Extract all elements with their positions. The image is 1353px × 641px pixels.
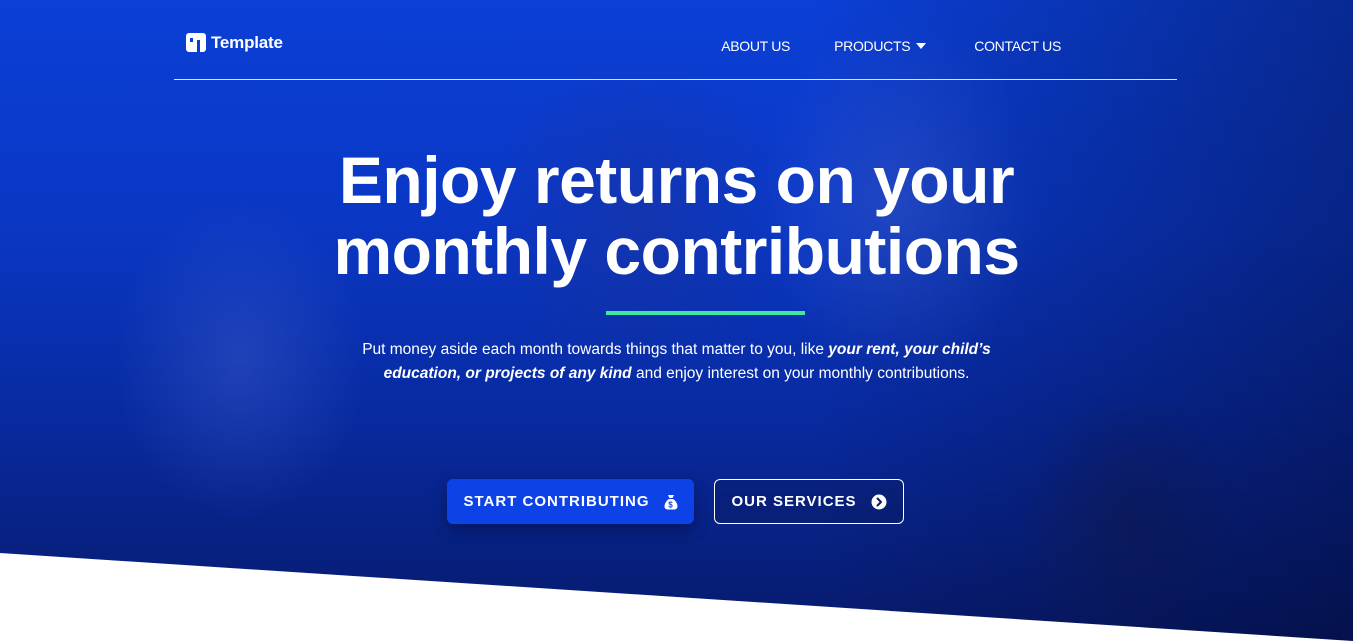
logo-icon: [186, 33, 206, 52]
brand-logo[interactable]: Template: [185, 32, 283, 53]
start-contributing-label: START CONTRIBUTING: [463, 493, 650, 510]
headline-line-2: monthly contributions: [333, 214, 1020, 288]
our-services-label: OUR SERVICES: [731, 493, 857, 510]
brand-name: Template: [211, 32, 283, 52]
our-services-button[interactable]: OUR SERVICES: [714, 479, 904, 524]
main-menu: ABOUT US PRODUCTS CONTACT US: [721, 38, 1061, 54]
headline-line-1: Enjoy returns on your: [338, 143, 1015, 217]
svg-text:$: $: [668, 500, 673, 509]
hero-headline: Enjoy returns on your monthly contributi…: [0, 145, 1353, 287]
nav-about-us[interactable]: ABOUT US: [721, 38, 790, 54]
chevron-circle-right-icon: [871, 494, 887, 509]
money-bag-icon: $: [664, 494, 678, 509]
nav-about-us-label: ABOUT US: [721, 38, 791, 54]
caret-down-icon: [916, 43, 927, 49]
bottom-slant-divider: [0, 553, 1353, 641]
nav-products[interactable]: PRODUCTS: [834, 38, 927, 54]
subtitle-part-1: Put money aside each month towards thing…: [362, 341, 829, 358]
headline-underline: [606, 311, 805, 315]
nav-contact-us[interactable]: CONTACT US: [974, 38, 1061, 54]
top-navbar: Template ABOUT US PRODUCTS CONTACT US: [174, 0, 1177, 80]
subtitle-part-2: and enjoy interest on your monthly contr…: [631, 365, 970, 382]
nav-products-label: PRODUCTS: [834, 38, 911, 54]
nav-contact-us-label: CONTACT US: [974, 38, 1061, 54]
start-contributing-button[interactable]: START CONTRIBUTING $: [447, 479, 694, 524]
hero-subtitle: Put money aside each month towards thing…: [346, 338, 1007, 386]
